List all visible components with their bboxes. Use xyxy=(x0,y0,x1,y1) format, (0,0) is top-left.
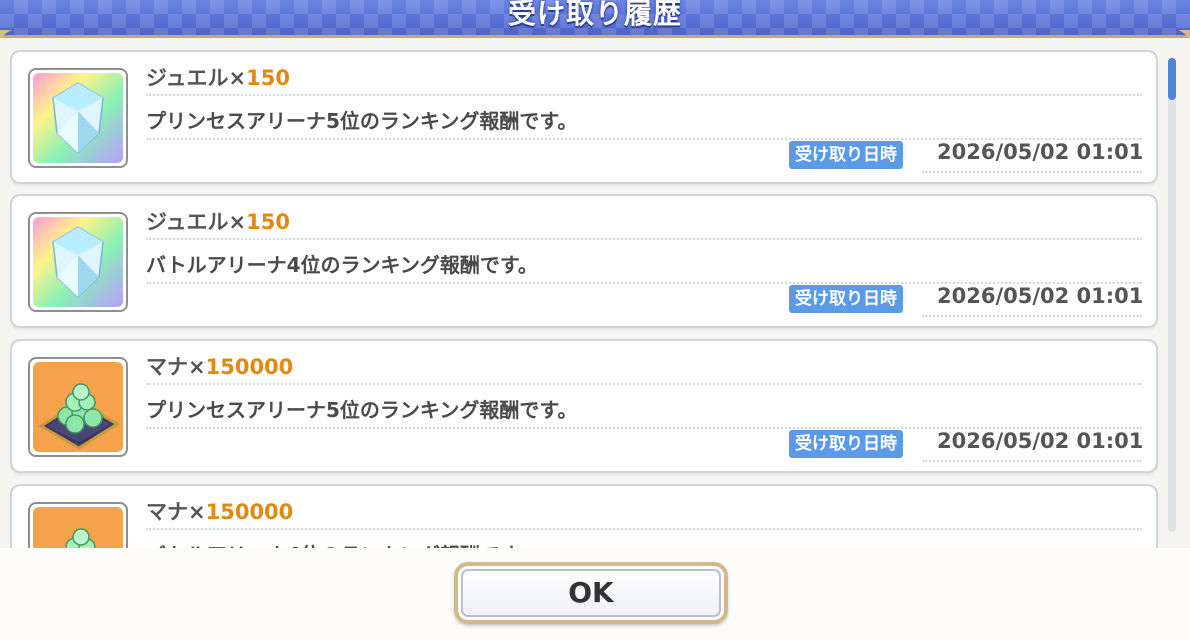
list-item: マナ×150000 バトルアリーナ4位のランキング報酬です。 xyxy=(10,484,1158,548)
history-list[interactable]: ジュエル×150 プリンセスアリーナ5位のランキング報酬です。 受け取り日時 2… xyxy=(10,50,1158,548)
list-item: ジュエル×150 プリンセスアリーナ5位のランキング報酬です。 受け取り日時 2… xyxy=(10,50,1158,184)
received-badge: 受け取り日時 xyxy=(789,430,903,458)
jewel-icon xyxy=(33,73,123,163)
item-quantity: 150 xyxy=(246,66,290,90)
list-item: マナ×150000 プリンセスアリーナ5位のランキング報酬です。 受け取り日時 … xyxy=(10,339,1158,473)
dialog-title: 受け取り履歴 xyxy=(507,0,682,30)
received-date: 2026/05/02 01:01 xyxy=(937,140,1144,164)
item-quantity: 150000 xyxy=(205,500,294,524)
item-icon-frame xyxy=(28,68,128,168)
divider xyxy=(146,94,1142,96)
scrollbar[interactable] xyxy=(1168,58,1176,532)
divider xyxy=(146,383,1142,385)
jewel-icon xyxy=(33,217,123,307)
received-date: 2026/05/02 01:01 xyxy=(937,429,1144,453)
item-description: プリンセスアリーナ5位のランキング報酬です。 xyxy=(146,398,578,422)
item-quantity: 150000 xyxy=(205,355,294,379)
received-badge: 受け取り日時 xyxy=(789,285,903,313)
mana-icon xyxy=(33,507,123,548)
divider xyxy=(146,238,1142,240)
dialog-header: 受け取り履歴 xyxy=(0,0,1190,41)
divider xyxy=(922,460,1142,462)
item-icon-frame xyxy=(28,212,128,312)
divider xyxy=(922,315,1142,317)
ok-button-label: OK xyxy=(568,576,614,609)
item-description: バトルアリーナ4位のランキング報酬です。 xyxy=(146,539,538,548)
item-name: ジュエル×150 xyxy=(146,66,290,90)
dialog-footer: OK xyxy=(0,548,1190,640)
received-date: 2026/05/02 01:01 xyxy=(937,284,1144,308)
item-name: マナ×150000 xyxy=(146,500,294,524)
history-panel: ジュエル×150 プリンセスアリーナ5位のランキング報酬です。 受け取り日時 2… xyxy=(0,38,1190,548)
divider xyxy=(146,528,1142,530)
item-name: ジュエル×150 xyxy=(146,210,290,234)
divider xyxy=(922,171,1142,173)
scroll-thumb[interactable] xyxy=(1168,58,1176,100)
item-description: プリンセスアリーナ5位のランキング報酬です。 xyxy=(146,109,578,133)
list-item: ジュエル×150 バトルアリーナ4位のランキング報酬です。 受け取り日時 202… xyxy=(10,194,1158,328)
item-icon-frame xyxy=(28,502,128,548)
item-description: バトルアリーナ4位のランキング報酬です。 xyxy=(146,253,538,277)
item-icon-frame xyxy=(28,357,128,457)
item-quantity: 150 xyxy=(246,210,290,234)
item-name: マナ×150000 xyxy=(146,355,294,379)
mana-icon xyxy=(33,362,123,452)
received-badge: 受け取り日時 xyxy=(789,141,903,169)
ok-button[interactable]: OK xyxy=(454,562,728,624)
